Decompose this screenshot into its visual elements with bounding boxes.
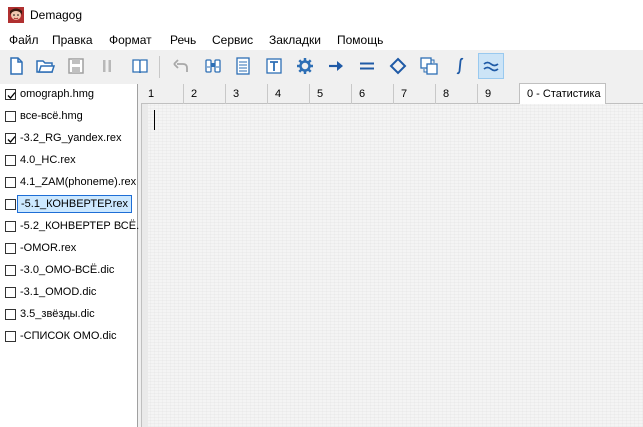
checkmark-icon: [7, 136, 16, 143]
approx-icon: [483, 61, 499, 72]
file-checkbox[interactable]: [5, 177, 16, 188]
save-button[interactable]: [63, 53, 89, 79]
arrow-right-button[interactable]: [323, 53, 349, 79]
file-label: все-всё.hmg: [20, 110, 83, 122]
binoculars-button[interactable]: [200, 53, 226, 79]
pause-button[interactable]: [94, 53, 120, 79]
convert-icon: [420, 57, 438, 75]
checkmark-icon: [7, 92, 16, 99]
file-list: omograph.hmg все-всё.hmg -3.2_RG_yandex.…: [0, 84, 140, 427]
file-checkbox[interactable]: [5, 309, 16, 320]
file-label: -3.1_OMOD.dic: [20, 286, 97, 298]
file-label: -3.2_RG_yandex.rex: [20, 132, 122, 144]
file-item[interactable]: все-всё.hmg: [0, 106, 137, 128]
menu-help[interactable]: Помощь: [337, 33, 383, 47]
book-icon: [132, 59, 148, 74]
file-item[interactable]: -OMOR.rex: [0, 238, 137, 260]
page-text-icon: [236, 57, 250, 75]
equals-icon: [360, 62, 374, 70]
file-checkbox[interactable]: [5, 155, 16, 166]
diamond-icon: [389, 57, 407, 75]
file-label: 3.5_звёзды.dic: [20, 308, 95, 320]
book-button[interactable]: [127, 53, 153, 79]
file-item[interactable]: 4.0_HC.rex: [0, 150, 137, 172]
app-face-icon: [8, 7, 24, 23]
file-label: -5.2_КОНВЕРТЕР ВСЁ.: [20, 220, 140, 232]
window-title: Demagog: [30, 8, 83, 22]
file-checkbox[interactable]: [5, 89, 16, 100]
menu-service[interactable]: Сервис: [212, 33, 253, 47]
settings-button[interactable]: [292, 53, 318, 79]
gear-icon: [297, 58, 313, 74]
undo-icon: [173, 59, 188, 72]
tab-9[interactable]: 9: [477, 84, 519, 104]
page-text-button[interactable]: [230, 53, 256, 79]
file-item[interactable]: 3.5_звёзды.dic: [0, 304, 137, 326]
file-item[interactable]: omograph.hmg: [0, 84, 137, 106]
text-t-icon: [266, 58, 282, 74]
save-icon: [68, 58, 84, 74]
integral-icon: [456, 57, 464, 75]
tab-bar: 1 2 3 4 5 6 7 8 9 0 - Статистика: [141, 83, 643, 104]
tab-2[interactable]: 2: [183, 84, 225, 104]
pause-icon: [103, 60, 111, 72]
file-checkbox[interactable]: [5, 265, 16, 276]
file-checkbox[interactable]: [5, 199, 16, 210]
toolbar: [0, 50, 643, 84]
file-item[interactable]: -3.1_OMOD.dic: [0, 282, 137, 304]
file-checkbox[interactable]: [5, 133, 16, 144]
file-label: -OMOR.rex: [20, 242, 77, 254]
undo-button[interactable]: [168, 53, 194, 79]
file-label: 4.0_HC.rex: [20, 154, 76, 166]
editor-gutter: [142, 104, 148, 427]
open-folder-button[interactable]: [32, 53, 58, 79]
equals-button[interactable]: [354, 53, 380, 79]
tab-statistics[interactable]: 0 - Статистика: [519, 83, 606, 104]
text-editor[interactable]: [141, 104, 643, 427]
title-bar: Demagog: [0, 0, 643, 30]
new-document-icon: [10, 57, 23, 75]
tab-7[interactable]: 7: [393, 84, 435, 104]
file-item-selected[interactable]: -5.1_КОНВЕРТЕР.rex: [0, 194, 137, 216]
open-folder-icon: [36, 60, 55, 73]
file-label: -3.0_OMO-ВСЁ.dic: [20, 264, 115, 276]
convert-button[interactable]: [416, 53, 442, 79]
tab-3[interactable]: 3: [225, 84, 267, 104]
file-checkbox[interactable]: [5, 243, 16, 254]
tab-8[interactable]: 8: [435, 84, 477, 104]
file-item[interactable]: -3.0_OMO-ВСЁ.dic: [0, 260, 137, 282]
file-checkbox[interactable]: [5, 287, 16, 298]
tab-1[interactable]: 1: [141, 84, 183, 104]
file-label: 4.1_ZAM(phoneme).rex: [20, 176, 137, 188]
file-item[interactable]: 4.1_ZAM(phoneme).rex: [0, 172, 137, 194]
menu-bookmarks[interactable]: Закладки: [269, 33, 321, 47]
menu-edit[interactable]: Правка: [52, 33, 93, 47]
file-label: -5.1_КОНВЕРТЕР.rex: [17, 195, 133, 213]
file-label: omograph.hmg: [20, 88, 94, 100]
menu-file[interactable]: Файл: [9, 33, 39, 47]
diamond-button[interactable]: [385, 53, 411, 79]
binoculars-icon: [205, 59, 221, 73]
file-checkbox[interactable]: [5, 111, 16, 122]
tab-6[interactable]: 6: [351, 84, 393, 104]
text-caret: [154, 110, 155, 130]
file-item[interactable]: -3.2_RG_yandex.rex: [0, 128, 137, 150]
file-label: -СПИСОК OMO.dic: [20, 330, 117, 342]
integral-button[interactable]: [447, 53, 473, 79]
new-document-button[interactable]: [3, 53, 29, 79]
file-item[interactable]: -СПИСОК OMO.dic: [0, 326, 137, 348]
file-item[interactable]: -5.2_КОНВЕРТЕР ВСЁ.: [0, 216, 140, 238]
arrow-right-icon: [329, 61, 343, 71]
file-checkbox[interactable]: [5, 331, 16, 342]
toolbar-separator: [159, 56, 160, 78]
menu-format[interactable]: Формат: [109, 33, 152, 47]
file-checkbox[interactable]: [5, 221, 16, 232]
text-format-button[interactable]: [261, 53, 287, 79]
approx-button[interactable]: [478, 53, 504, 79]
tab-5[interactable]: 5: [309, 84, 351, 104]
tab-4[interactable]: 4: [267, 84, 309, 104]
menu-bar: Файл Правка Формат Речь Сервис Закладки …: [0, 30, 643, 50]
menu-speech[interactable]: Речь: [170, 33, 196, 47]
